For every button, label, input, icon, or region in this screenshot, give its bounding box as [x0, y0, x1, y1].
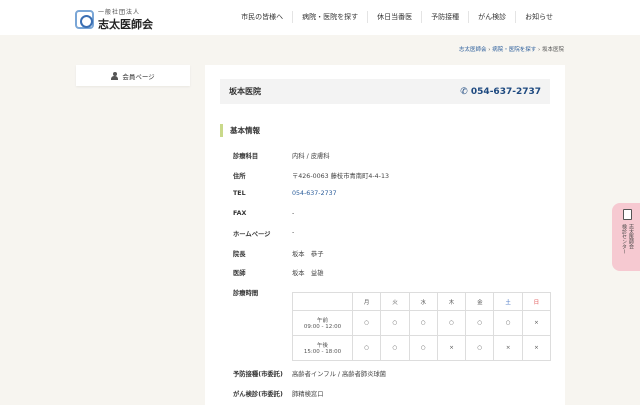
clinic-phone-number: 054-637-2737	[470, 86, 541, 97]
phone-icon: ✆	[460, 86, 471, 97]
clipboard-icon	[622, 209, 632, 220]
info-label: 院長	[233, 250, 246, 258]
hours-row: 午前 09:00 - 12:00 ○ ○ ○ ○ ○ ○ ×	[292, 310, 552, 336]
logo-icon	[75, 10, 94, 29]
hours-cell: ○	[408, 335, 438, 361]
info-label: 予防接種(市委託)	[233, 371, 283, 378]
slot-label: 午前	[316, 318, 328, 324]
slot-time: 15:00 - 18:00	[303, 349, 342, 355]
info-row: 医師 坂本 益雄	[233, 268, 323, 277]
nav-cancer-screening[interactable]: がん検診	[468, 11, 515, 23]
section-heading: 基本情報	[220, 124, 260, 137]
hours-corner	[292, 292, 353, 311]
hours-cell: ○	[351, 310, 382, 336]
hours-cell: ×	[521, 310, 552, 336]
info-row: TEL 054-637-2737	[233, 190, 337, 197]
nav-news[interactable]: お知らせ	[515, 11, 562, 23]
day-header: 金	[465, 292, 495, 311]
tel-link[interactable]: 054-637-2737	[292, 190, 337, 197]
info-row: 住所 〒426-0063 藤枝市青南町4-4-13	[233, 171, 389, 180]
hours-cell: ○	[380, 335, 410, 361]
hours-cell: ○	[465, 310, 495, 336]
clinic-detail-panel: 坂本医院 ✆ 054-637-2737 基本情報 診療科目 内科 / 皮膚科 住所…	[205, 65, 565, 405]
breadcrumb-find-clinic[interactable]: 病院・医院を探す	[492, 47, 536, 53]
nav-vaccination[interactable]: 予防接種	[421, 11, 468, 23]
info-value: -	[292, 209, 295, 217]
hours-cell: ○	[408, 310, 438, 336]
info-row: ホームページ -	[233, 229, 294, 238]
slot-time: 09:00 - 12:00	[303, 324, 342, 330]
hours-table: 月 火 水 木 金 土 日 午前 09:00 - 12:00 ○ ○ ○ ○ ○ …	[292, 292, 552, 361]
time-slot: 午前 09:00 - 12:00	[292, 310, 353, 336]
hours-cell: ○	[380, 310, 410, 336]
info-value: 坂本 益雄	[292, 270, 324, 277]
nav-holiday-doctor[interactable]: 休日当番医	[367, 11, 421, 23]
hours-cell: ×	[436, 335, 467, 361]
clinic-name: 坂本医院	[229, 87, 261, 96]
clinic-phone[interactable]: ✆ 054-637-2737	[460, 87, 541, 97]
info-label: ホームページ	[233, 231, 271, 238]
time-slot: 午後 15:00 - 18:00	[292, 335, 353, 361]
info-value: 〒426-0063 藤枝市青南町4-4-13	[292, 172, 389, 180]
clinic-title-bar: 坂本医院 ✆ 054-637-2737	[220, 79, 550, 104]
day-header: 月	[351, 292, 382, 311]
hours-cell: ○	[436, 310, 467, 336]
hours-cell: ○	[351, 335, 382, 361]
info-label: 診療時間	[233, 289, 259, 297]
user-icon	[111, 71, 119, 80]
member-page-button[interactable]: 会員ページ	[76, 65, 190, 86]
screening-center-tab[interactable]: 志太医師会 検診センター	[612, 203, 640, 271]
info-label: 診療科目	[233, 153, 259, 160]
info-row: FAX -	[233, 210, 294, 217]
hours-cell: ×	[493, 335, 523, 361]
hours-cell: ○	[493, 310, 523, 336]
hours-cell: ○	[465, 335, 495, 361]
main-nav: 市民の皆様へ 病院・医院を探す 休日当番医 予防接種 がん検診 お知らせ	[232, 11, 562, 23]
breadcrumb-home[interactable]: 志太医師会	[459, 47, 487, 53]
info-value: 高齢者インフル / 高齢者肺炎球菌	[292, 371, 387, 378]
info-row: 院長 坂本 恭子	[233, 249, 323, 258]
breadcrumb-current: 坂本医院	[541, 47, 564, 53]
info-label: 医師	[233, 270, 246, 277]
day-header: 木	[436, 292, 467, 311]
screening-center-label: 志太医師会 検診センター	[620, 224, 634, 254]
day-header: 水	[408, 292, 438, 311]
info-row: 予防接種(市委託) 高齢者インフル / 高齢者肺炎球菌	[233, 369, 386, 378]
day-header: 日	[521, 292, 552, 311]
info-value: 肺精検窓口	[292, 390, 324, 398]
breadcrumb: 志太医師会 › 病院・医院を探す › 坂本医院	[459, 47, 564, 53]
info-value: 坂本 恭子	[292, 250, 324, 258]
info-value: 内科 / 皮膚科	[292, 153, 330, 160]
side-tab-line2: 検診センター	[621, 224, 627, 254]
slot-label: 午後	[316, 343, 328, 349]
info-row: 診療科目 内科 / 皮膚科	[233, 151, 330, 160]
nav-find-clinic[interactable]: 病院・医院を探す	[292, 11, 367, 23]
site-header: 一般社団法人 志太医師会 市民の皆様へ 病院・医院を探す 休日当番医 予防接種 …	[0, 0, 640, 35]
hours-cell: ×	[521, 335, 552, 361]
info-label: FAX	[233, 209, 247, 217]
info-label: TEL	[233, 190, 246, 197]
info-value: -	[292, 229, 295, 236]
site-logo[interactable]: 一般社団法人 志太医師会	[75, 7, 153, 32]
day-header: 土	[493, 292, 523, 311]
info-label: 住所	[233, 172, 246, 180]
hours-row: 午後 15:00 - 18:00 ○ ○ ○ × ○ × ×	[292, 335, 552, 361]
logo-title: 志太医師会	[98, 18, 153, 31]
nav-citizens[interactable]: 市民の皆様へ	[232, 11, 292, 23]
logo-subtitle: 一般社団法人	[98, 9, 141, 16]
member-page-label: 会員ページ	[122, 72, 155, 81]
day-header: 火	[380, 292, 410, 311]
info-row: 診療時間	[233, 288, 292, 297]
info-row: がん検診(市委託) 肺精検窓口	[233, 389, 323, 398]
side-tab-line1: 志太医師会	[628, 224, 634, 249]
info-label: がん検診(市委託)	[233, 390, 283, 398]
